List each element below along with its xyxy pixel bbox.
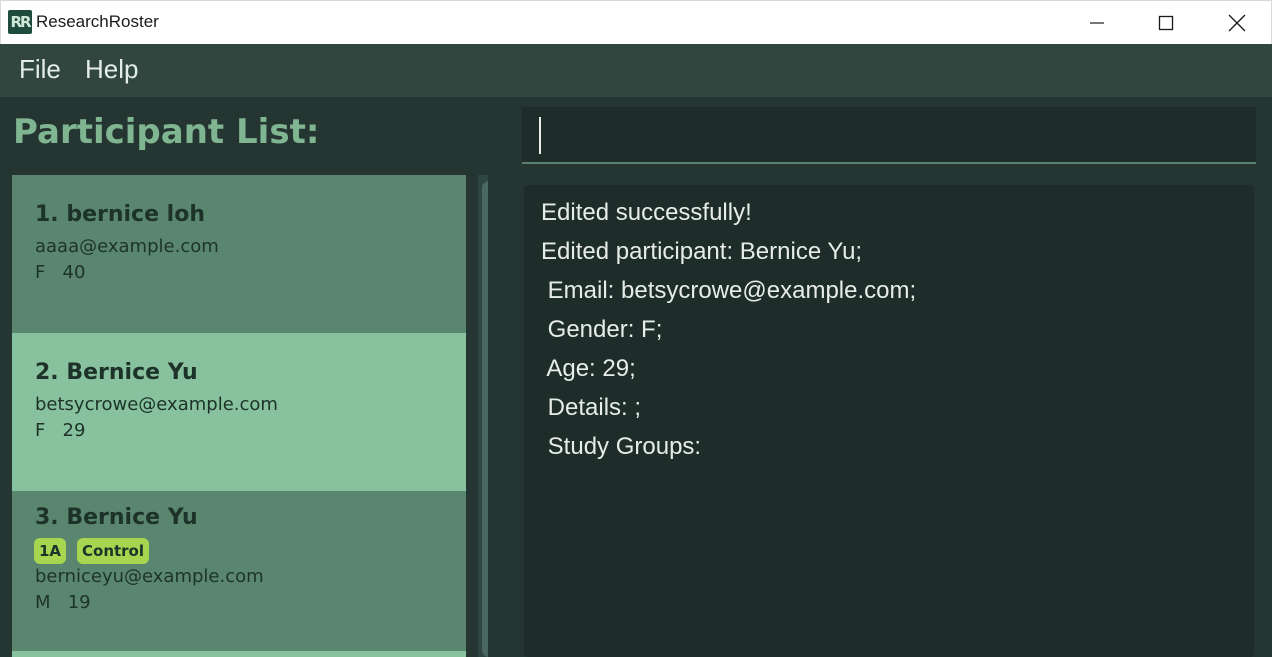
- close-button[interactable]: [1202, 1, 1272, 45]
- result-display: Edited successfully! Edited participant:…: [524, 185, 1254, 657]
- participant-card[interactable]: [12, 651, 466, 657]
- participant-list-title: Participant List:: [13, 112, 320, 152]
- list-scrollbar-thumb[interactable]: [482, 181, 488, 657]
- study-group-tag: Control: [77, 538, 150, 564]
- participant-email: berniceyu@example.com: [35, 566, 264, 587]
- title-bar: RR ResearchRoster: [0, 0, 1272, 44]
- minimize-button[interactable]: [1062, 1, 1132, 45]
- result-line: Edited successfully!: [541, 199, 752, 226]
- participant-gender-age: F 29: [35, 420, 86, 441]
- participant-card[interactable]: 1. bernice loh aaaa@example.com F 40: [12, 175, 466, 333]
- maximize-button[interactable]: [1131, 1, 1201, 45]
- close-icon: [1228, 14, 1246, 32]
- result-line: Email: betsycrowe@example.com;: [541, 277, 917, 304]
- menu-file[interactable]: File: [19, 54, 61, 85]
- participant-gender-age: M 19: [35, 592, 91, 613]
- result-line: Study Groups:: [541, 433, 702, 460]
- result-line: Age: 29;: [541, 355, 636, 382]
- participant-email: betsycrowe@example.com: [35, 394, 278, 415]
- menu-bar: File Help: [0, 44, 1272, 97]
- result-line: Gender: F;: [541, 316, 663, 343]
- participant-name: 3. Bernice Yu: [35, 505, 198, 530]
- participant-gender-age: F 40: [35, 262, 86, 283]
- participant-name: 1. bernice loh: [35, 202, 205, 227]
- result-line: Details: ;: [541, 394, 642, 421]
- minimize-icon: [1090, 22, 1104, 24]
- text-caret: [539, 117, 541, 154]
- participant-card-selected[interactable]: 2. Bernice Yu betsycrowe@example.com F 2…: [12, 333, 466, 491]
- participant-list-panel: Participant List: 1. bernice loh aaaa@ex…: [0, 97, 508, 657]
- participant-list: 1. bernice loh aaaa@example.com F 40 2. …: [12, 175, 488, 657]
- menu-help[interactable]: Help: [85, 54, 138, 85]
- participant-email: aaaa@example.com: [35, 236, 219, 257]
- participant-card[interactable]: 3. Bernice Yu 1A Control berniceyu@examp…: [12, 491, 466, 651]
- maximize-icon: [1158, 15, 1174, 31]
- participant-name: 2. Bernice Yu: [35, 360, 198, 385]
- command-box[interactable]: [522, 107, 1256, 164]
- command-input[interactable]: [544, 107, 1244, 162]
- window-title: ResearchRoster: [36, 12, 159, 31]
- app-logo-icon: RR: [8, 10, 32, 34]
- result-line: Edited participant: Bernice Yu;: [541, 238, 863, 265]
- study-group-tag: 1A: [34, 538, 67, 564]
